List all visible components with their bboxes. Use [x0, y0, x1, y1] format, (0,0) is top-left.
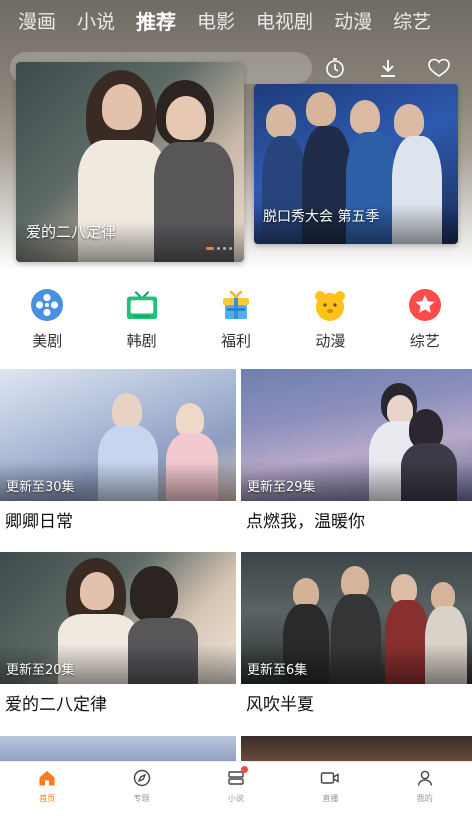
show-poster[interactable]: 更新至20集 — [0, 552, 236, 684]
episode-badge: 更新至20集 — [6, 663, 75, 678]
nav-novels[interactable]: 小说 — [189, 762, 283, 819]
gift-icon — [219, 288, 253, 322]
favorite-icon[interactable] — [425, 54, 453, 82]
tab-comics[interactable]: 漫画 — [18, 0, 56, 44]
show-title: 卿卿日常 — [5, 512, 73, 532]
category-us-drama[interactable]: 美剧 — [0, 288, 94, 352]
category-label: 韩剧 — [126, 332, 157, 350]
show-poster[interactable] — [241, 736, 472, 762]
category-label: 美剧 — [32, 332, 63, 350]
nav-home[interactable]: 首页 — [0, 762, 94, 819]
download-icon[interactable] — [374, 54, 402, 82]
show-poster[interactable]: 更新至30集 — [0, 369, 236, 501]
person-icon — [414, 767, 436, 789]
featured-banner-main[interactable]: 爱的二八定律 — [16, 62, 244, 262]
compass-icon — [131, 767, 153, 789]
episode-badge: 更新至30集 — [6, 480, 75, 495]
notification-dot — [240, 766, 248, 773]
tab-tv-series[interactable]: 电视剧 — [256, 0, 313, 44]
bear-icon — [313, 288, 347, 322]
tab-recommended[interactable]: 推荐 — [136, 0, 176, 44]
nav-live[interactable]: 直播 — [283, 762, 377, 819]
nav-label: 专题 — [133, 794, 150, 803]
nav-label: 直播 — [322, 794, 339, 803]
star-icon — [408, 288, 442, 322]
category-welfare[interactable]: 福利 — [189, 288, 283, 352]
carousel-indicator — [206, 247, 232, 250]
show-poster[interactable] — [0, 736, 236, 762]
video-icon — [319, 767, 341, 789]
category-label: 福利 — [220, 332, 251, 350]
episode-badge: 更新至6集 — [247, 663, 308, 678]
category-korean-drama[interactable]: 韩剧 — [94, 288, 188, 352]
featured-banner-side[interactable]: 脱口秀大会 第五季 — [254, 84, 458, 244]
episode-badge: 更新至29集 — [247, 480, 316, 495]
nav-profile[interactable]: 我的 — [378, 762, 472, 819]
nav-topics[interactable]: 专题 — [94, 762, 188, 819]
nav-label: 我的 — [416, 794, 433, 803]
nav-label: 小说 — [227, 794, 244, 803]
tab-variety[interactable]: 综艺 — [393, 0, 431, 44]
tv-icon — [125, 288, 159, 322]
home-icon — [36, 767, 58, 789]
show-title: 爱的二八定律 — [5, 695, 107, 715]
show-title: 点燃我，温暖你 — [246, 512, 365, 532]
category-anime[interactable]: 动漫 — [283, 288, 377, 352]
category-label: 综艺 — [409, 332, 440, 350]
category-shortcuts: 美剧 韩剧 福利 动漫 综艺 — [0, 288, 472, 352]
film-reel-icon — [30, 288, 64, 322]
tab-anime[interactable]: 动漫 — [334, 0, 372, 44]
tab-novels[interactable]: 小说 — [77, 0, 115, 44]
nav-label: 首页 — [39, 794, 56, 803]
show-poster[interactable]: 更新至6集 — [241, 552, 472, 684]
banner-side-title: 脱口秀大会 第五季 — [263, 209, 380, 225]
history-icon[interactable] — [321, 54, 349, 82]
category-variety[interactable]: 综艺 — [378, 288, 472, 352]
show-poster[interactable]: 更新至29集 — [241, 369, 472, 501]
top-category-tabs: 漫画 小说 推荐 电影 电视剧 动漫 综艺 — [0, 0, 472, 44]
bottom-navigation: 首页 专题 小说 直播 我的 — [0, 761, 472, 819]
tab-movies[interactable]: 电影 — [197, 0, 235, 44]
show-title: 风吹半夏 — [246, 695, 314, 715]
banner-main-title: 爱的二八定律 — [26, 223, 117, 241]
category-label: 动漫 — [315, 332, 346, 350]
